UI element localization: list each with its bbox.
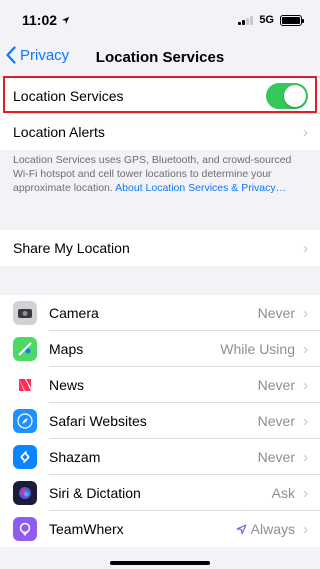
cellular-signal-icon	[238, 15, 254, 25]
app-permission-value: Ask	[271, 485, 295, 501]
app-permission-value: Never	[257, 377, 295, 393]
share-location-group: Share My Location ›	[0, 230, 320, 266]
time-label: 11:02	[22, 12, 58, 28]
app-name: Siri & Dictation	[49, 485, 141, 501]
status-indicators: 5G	[238, 14, 304, 26]
camera-icon	[13, 301, 37, 325]
share-my-location-row[interactable]: Share My Location ›	[0, 230, 320, 266]
about-location-privacy-link[interactable]: About Location Services & Privacy…	[115, 182, 286, 194]
location-arrow-icon	[236, 523, 247, 535]
home-indicator[interactable]	[110, 561, 210, 565]
chevron-left-icon	[6, 46, 16, 64]
news-icon	[13, 373, 37, 397]
app-permission-text: Always	[250, 521, 295, 537]
app-name: Shazam	[49, 449, 101, 465]
chevron-right-icon: ›	[303, 520, 308, 538]
chevron-right-icon: ›	[303, 412, 308, 430]
app-row-siri-dictation[interactable]: Siri & Dictation Ask ›	[0, 475, 320, 511]
chevron-right-icon: ›	[303, 448, 308, 466]
apps-list: Camera Never › Maps While Using › News N…	[0, 295, 320, 547]
chevron-right-icon: ›	[303, 123, 308, 141]
chevron-right-icon: ›	[303, 340, 308, 358]
chevron-right-icon: ›	[303, 239, 308, 257]
location-services-toggle[interactable]	[266, 83, 308, 109]
location-alerts-row[interactable]: Location Alerts ›	[0, 114, 320, 150]
teamwherx-icon	[13, 517, 37, 541]
chevron-right-icon: ›	[303, 304, 308, 322]
status-time: 11:02	[22, 12, 70, 28]
back-button[interactable]: Privacy	[6, 46, 69, 64]
app-row-news[interactable]: News Never ›	[0, 367, 320, 403]
location-services-row: Location Services	[0, 78, 320, 114]
toggle-knob	[284, 85, 306, 107]
chevron-right-icon: ›	[303, 376, 308, 394]
app-row-camera[interactable]: Camera Never ›	[0, 295, 320, 331]
app-row-shazam[interactable]: Shazam Never ›	[0, 439, 320, 475]
chevron-right-icon: ›	[303, 484, 308, 502]
siri-icon	[13, 481, 37, 505]
back-label: Privacy	[20, 46, 70, 64]
app-row-maps[interactable]: Maps While Using ›	[0, 331, 320, 367]
maps-icon	[13, 337, 37, 361]
app-name: Maps	[49, 341, 84, 357]
safari-icon	[13, 409, 37, 433]
location-settings-group: Location Services Location Alerts ›	[0, 78, 320, 150]
page-title: Location Services	[95, 48, 225, 66]
location-services-label: Location Services	[13, 88, 124, 104]
location-arrow-icon	[61, 16, 70, 24]
app-name: TeamWherx	[49, 521, 124, 537]
location-alerts-label: Location Alerts	[13, 124, 105, 140]
navigation-bar: Privacy Location Services	[0, 40, 320, 74]
app-permission-value: While Using	[220, 341, 295, 357]
status-bar: 11:02 5G	[0, 0, 320, 40]
app-row-teamwherx[interactable]: TeamWherx Always ›	[0, 511, 320, 547]
app-permission-value: Never	[257, 449, 295, 465]
battery-icon	[280, 14, 304, 26]
app-permission-value: Never	[257, 413, 295, 429]
app-name: Camera	[49, 305, 99, 321]
share-my-location-label: Share My Location	[13, 240, 130, 256]
shazam-icon	[13, 445, 37, 469]
app-name: Safari Websites	[49, 413, 147, 429]
app-permission-value: Never	[257, 305, 295, 321]
app-permission-value: Always	[236, 521, 295, 537]
app-name: News	[49, 377, 85, 393]
app-row-safari-websites[interactable]: Safari Websites Never ›	[0, 403, 320, 439]
network-label: 5G	[259, 14, 274, 26]
location-services-description: Location Services uses GPS, Bluetooth, a…	[13, 153, 309, 195]
